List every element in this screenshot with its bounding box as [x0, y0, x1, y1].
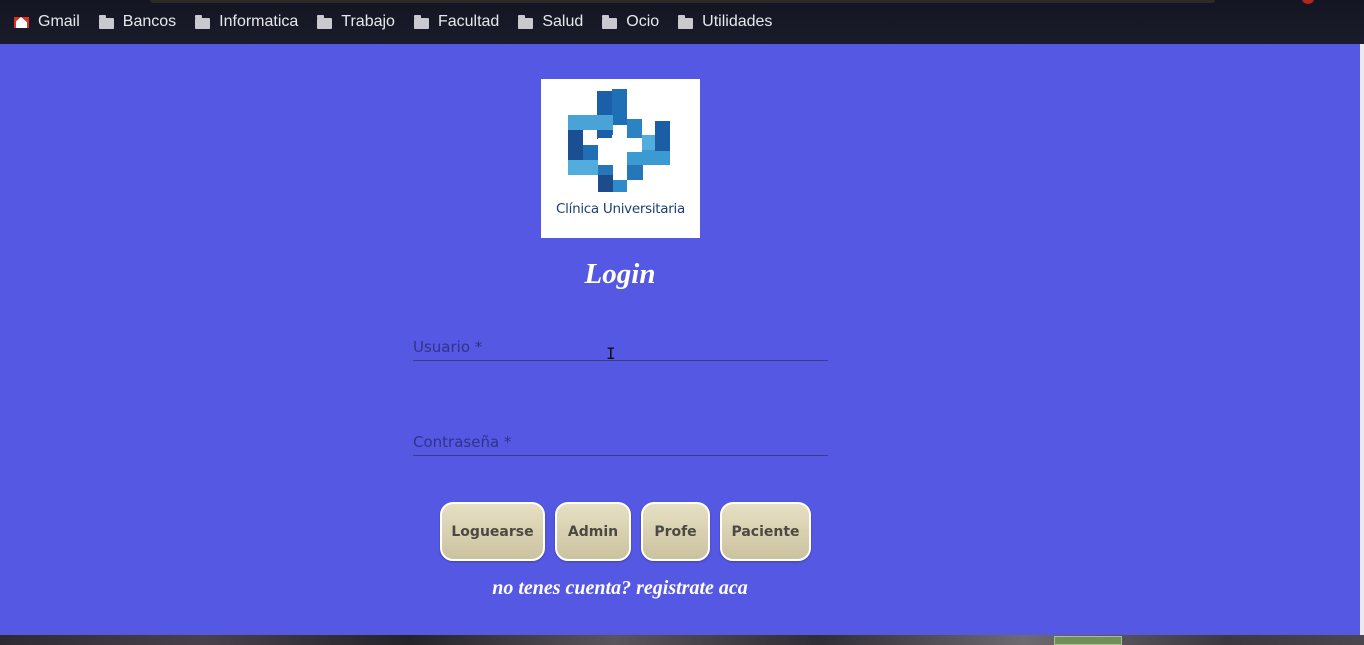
bookmark-label: Trabajo [341, 13, 395, 30]
login-button[interactable]: Loguearse [440, 502, 545, 561]
bookmark-folder-salud[interactable]: Salud [518, 13, 583, 31]
folder-icon [518, 14, 534, 29]
register-link[interactable]: no tenes cuenta? registrate aca [420, 577, 820, 600]
username-field[interactable] [413, 320, 828, 361]
clinic-logo: Clínica Universitaria [541, 79, 700, 238]
folder-icon [195, 14, 211, 29]
folder-icon [98, 14, 114, 29]
bookmark-label: Bancos [122, 13, 177, 30]
bookmark-folder-bancos[interactable]: Bancos [98, 13, 177, 31]
username-input[interactable] [413, 320, 828, 360]
page-title: Login [584, 258, 656, 290]
bookmark-gmail[interactable]: Gmail [14, 13, 80, 31]
bookmark-label: Gmail [38, 13, 80, 30]
bookmark-folder-utilidades[interactable]: Utilidades [678, 13, 772, 31]
profe-button[interactable]: Profe [641, 502, 710, 561]
password-input[interactable] [413, 415, 828, 455]
gmail-icon [14, 16, 29, 28]
desktop-background-strip [0, 635, 1364, 645]
bookmarks-bar: Gmail Bancos Informatica Trabajo Faculta… [0, 0, 1364, 44]
text-cursor-icon: I [606, 344, 616, 363]
bookmark-label: Utilidades [702, 13, 773, 30]
folder-icon [317, 14, 333, 29]
bookmark-label: Ocio [626, 13, 660, 30]
bookmark-label: Facultad [437, 13, 500, 30]
bookmark-folder-facultad[interactable]: Facultad [413, 13, 500, 31]
taskbar-thumbnail[interactable] [1054, 636, 1122, 645]
password-field[interactable] [413, 415, 828, 456]
bookmark-folder-informatica[interactable]: Informatica [195, 13, 298, 31]
bookmark-folder-trabajo[interactable]: Trabajo [317, 13, 395, 31]
login-page: Clínica Universitaria Login I Loguearse … [0, 44, 1360, 635]
paciente-button[interactable]: Paciente [720, 502, 811, 561]
bookmark-label: Informatica [219, 13, 299, 30]
notification-dot-icon [1302, 0, 1314, 4]
bookmark-folder-ocio[interactable]: Ocio [602, 13, 659, 31]
scrollbar-gutter[interactable] [1360, 44, 1364, 635]
address-bar-edge [150, 0, 1215, 3]
folder-icon [602, 14, 618, 29]
folder-icon [678, 14, 694, 29]
admin-button[interactable]: Admin [555, 502, 631, 561]
logo-text: Clínica Universitaria [556, 201, 685, 217]
folder-icon [413, 14, 429, 29]
bookmark-label: Salud [542, 13, 584, 30]
